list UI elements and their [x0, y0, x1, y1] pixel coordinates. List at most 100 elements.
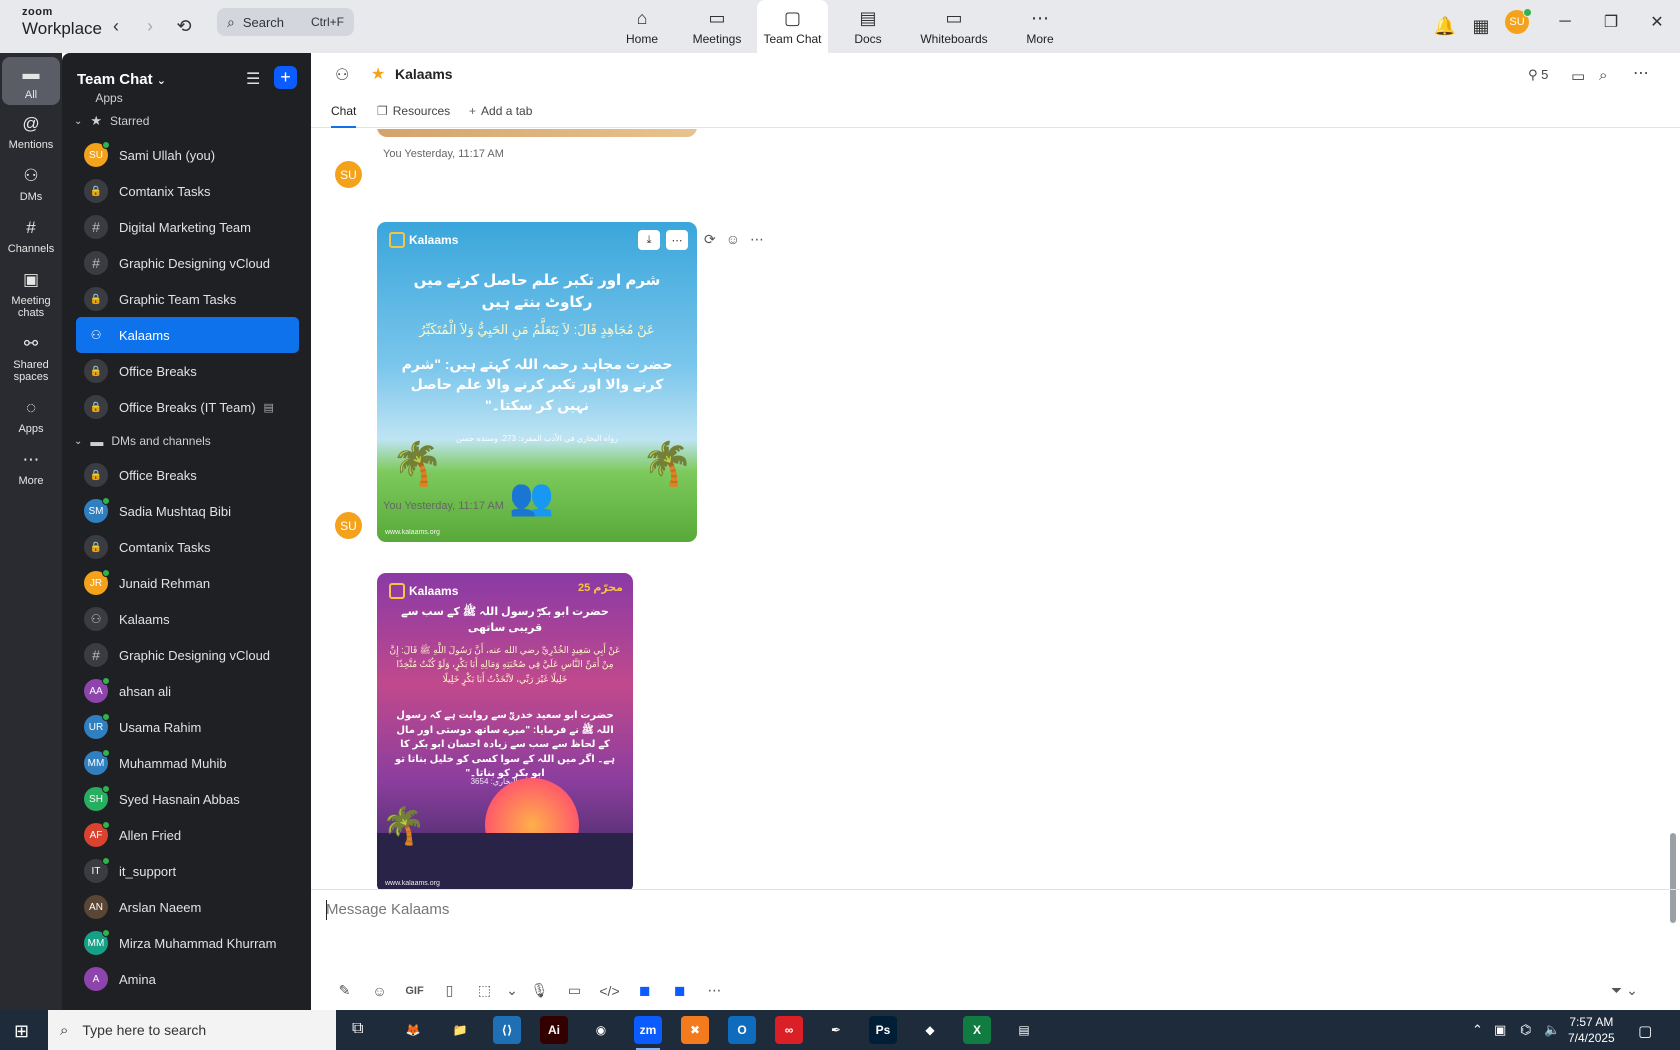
sidebar-item[interactable]: IT it_support [62, 853, 311, 889]
message-input[interactable]: Message Kalaams [326, 901, 449, 918]
rail-meeting-chats[interactable]: ▣ Meeting chats [2, 269, 60, 319]
sidebar-section-dms[interactable]: ⌄ ▬ DMs and channels [62, 425, 311, 457]
minimize-button[interactable]: ─ [1550, 10, 1580, 34]
tab-meetings[interactable]: ▭ Meetings [680, 0, 754, 53]
search-box[interactable]: ⌕ Search Ctrl+F [217, 8, 354, 36]
star-icon[interactable]: ★ [371, 64, 385, 84]
more-dots-icon[interactable]: ⋯ [666, 230, 688, 250]
code-icon[interactable]: </> [592, 983, 627, 999]
rail-dms[interactable]: ⚇ DMs [2, 165, 60, 203]
taskbar-app-app[interactable]: ◆ [916, 1016, 944, 1044]
rail-more[interactable]: ⋯ More [2, 449, 60, 487]
app-icon[interactable]: ◼ [627, 982, 662, 999]
sidebar-item[interactable]: SU Sami Ullah (you) [62, 137, 311, 173]
search-icon[interactable]: ⌕ [1599, 67, 1607, 84]
sidebar-item[interactable]: 🔒 Graphic Team Tasks [62, 281, 311, 317]
taskbar-app-excel[interactable]: X [963, 1016, 991, 1044]
rail-mentions[interactable]: @ Mentions [2, 113, 60, 151]
taskbar-app-pen-tool[interactable]: ✒ [822, 1016, 850, 1044]
taskbar-app-file-explorer[interactable]: 📁 [446, 1016, 474, 1044]
sidebar-item[interactable]: MM Muhammad Muhib [62, 745, 311, 781]
tab-resources[interactable]: ❐ Resources [377, 104, 450, 128]
tab-team-chat[interactable]: ▢ Team Chat [757, 0, 828, 53]
rail-shared-spaces[interactable]: ⚯ Shared spaces [2, 333, 60, 383]
taskbar-app-creative-cloud[interactable]: ∞ [775, 1016, 803, 1044]
sidebar-item[interactable]: ⚇ Kalaams [62, 601, 311, 637]
more-dots-icon[interactable]: ⋯ [750, 231, 764, 248]
sidebar-item[interactable]: 🔒 Office Breaks [62, 353, 311, 389]
sidebar-item[interactable]: SM Sadia Mushtaq Bibi [62, 493, 311, 529]
taskbar-app-notepad[interactable]: ▤ [1010, 1016, 1038, 1044]
taskbar-clock[interactable]: 7:57 AM 7/4/2025 [1568, 1014, 1615, 1046]
sidebar-section-apps-cut[interactable]: › Apps [62, 91, 311, 105]
previous-image-bottom[interactable] [377, 129, 697, 137]
tab-add[interactable]: + Add a tab [469, 104, 532, 128]
sidebar-item[interactable]: # Digital Marketing Team [62, 209, 311, 245]
tab-home[interactable]: ⌂ Home [612, 0, 672, 53]
sidebar-item[interactable]: UR Usama Rahim [62, 709, 311, 745]
taskbar-app-firefox[interactable]: 🦊 [399, 1016, 427, 1044]
video-camera-icon[interactable]: ▭ [1571, 67, 1585, 85]
avatar[interactable]: SU [335, 161, 362, 188]
member-count[interactable]: ⚲ 5 [1528, 67, 1548, 83]
sidebar-item[interactable]: 🔒 Comtanix Tasks [62, 529, 311, 565]
sidebar-section-starred[interactable]: ⌄ ★ Starred [62, 105, 311, 137]
user-avatar[interactable]: SU [1505, 8, 1532, 34]
avatar[interactable]: SU [335, 512, 362, 539]
message-image[interactable]: Kalaams ⤓ ⋯ شرم اور تکبر علم حاصل کرنے م… [377, 222, 697, 542]
restore-button[interactable]: ❐ [1596, 10, 1626, 34]
video-message-icon[interactable]: ▭ [557, 982, 592, 999]
sidebar-item[interactable]: SH Syed Hasnain Abbas [62, 781, 311, 817]
tab-docs[interactable]: ▤ Docs [838, 0, 898, 53]
tab-whiteboards[interactable]: ▭ Whiteboards [908, 0, 1000, 53]
windows-start-icon[interactable]: ⊞ [14, 1021, 29, 1042]
sidebar-item[interactable]: # Graphic Designing vCloud [62, 637, 311, 673]
chevron-down-icon[interactable]: ⌄ [502, 982, 522, 999]
sidebar-item[interactable]: AN Arslan Naeem [62, 889, 311, 925]
sidebar-item[interactable]: 🔒 Office Breaks (IT Team) ▤ [62, 389, 311, 425]
sidebar-item[interactable]: JR Junaid Rehman [62, 565, 311, 601]
sidebar-item[interactable]: 🔒 Office Breaks [62, 457, 311, 493]
sidebar-item[interactable]: AF Allen Fried [62, 817, 311, 853]
calendar-icon[interactable]: ▦ [1468, 13, 1494, 39]
sidebar-title[interactable]: Team Chat ⌄ [77, 71, 166, 88]
screenshot-icon[interactable]: ⬚ [467, 982, 502, 999]
sidebar-item[interactable]: MM Mirza Muhammad Khurram [62, 925, 311, 961]
rail-apps[interactable]: ◌ Apps [2, 397, 60, 435]
forward-arrow-icon[interactable]: › [137, 13, 163, 39]
history-icon[interactable]: ⟲ [171, 13, 197, 39]
reply-icon[interactable]: ⟳ [704, 231, 716, 248]
sidebar-item[interactable]: 🔒 Comtanix Tasks [62, 173, 311, 209]
tab-chat[interactable]: Chat [331, 104, 357, 128]
message-image[interactable]: Kalaams محرّم 25 حضرت ابو بکرؓ رسول اللہ… [377, 573, 633, 889]
new-chat-button[interactable]: + [274, 66, 297, 89]
sidebar-item[interactable]: # Graphic Designing vCloud [62, 245, 311, 281]
more-dots-icon[interactable]: ⋯ [1633, 63, 1649, 83]
file-icon[interactable]: ▯ [432, 982, 467, 999]
tab-more[interactable]: ⋯ More [1012, 0, 1068, 53]
sidebar-item[interactable]: A Amina [62, 961, 311, 997]
download-icon[interactable]: ⤓ [638, 230, 660, 250]
channel-title[interactable]: Kalaams [395, 66, 453, 82]
rail-channels[interactable]: # Channels [2, 217, 60, 255]
rail-all[interactable]: ▬ All [2, 57, 60, 105]
sidebar-item[interactable]: ⚇ Kalaams [76, 317, 299, 353]
taskbar-app-zoom[interactable]: zm [634, 1016, 662, 1050]
channel-members-icon[interactable]: ⚇ [335, 65, 349, 85]
app-icon[interactable]: ◼ [662, 982, 697, 999]
emoji-icon[interactable]: ☺ [726, 231, 740, 248]
close-button[interactable]: ✕ [1642, 10, 1672, 34]
filter-icon[interactable]: ☰ [246, 69, 260, 89]
chevron-up-icon[interactable]: ⌃ [1472, 1022, 1483, 1038]
back-arrow-icon[interactable]: ‹ [103, 13, 129, 39]
taskbar-app-chrome[interactable]: ◉ [587, 1016, 615, 1044]
wifi-icon[interactable]: ⌬ [1520, 1022, 1531, 1038]
gif-icon[interactable]: GIF [397, 985, 432, 997]
task-view-icon[interactable]: ⧉ [352, 1020, 363, 1038]
notifications-icon[interactable]: ▢ [1638, 1022, 1652, 1040]
emoji-icon[interactable]: ☺ [362, 983, 397, 999]
sidebar-item[interactable]: AA ahsan ali [62, 673, 311, 709]
taskbar-search[interactable]: ⌕ Type here to search [48, 1010, 336, 1050]
taskbar-app-photoshop[interactable]: Ps [869, 1016, 897, 1044]
message-list[interactable]: You Yesterday, 11:17 AM SU Kalaams ⤓ ⋯ ش… [311, 129, 1680, 889]
